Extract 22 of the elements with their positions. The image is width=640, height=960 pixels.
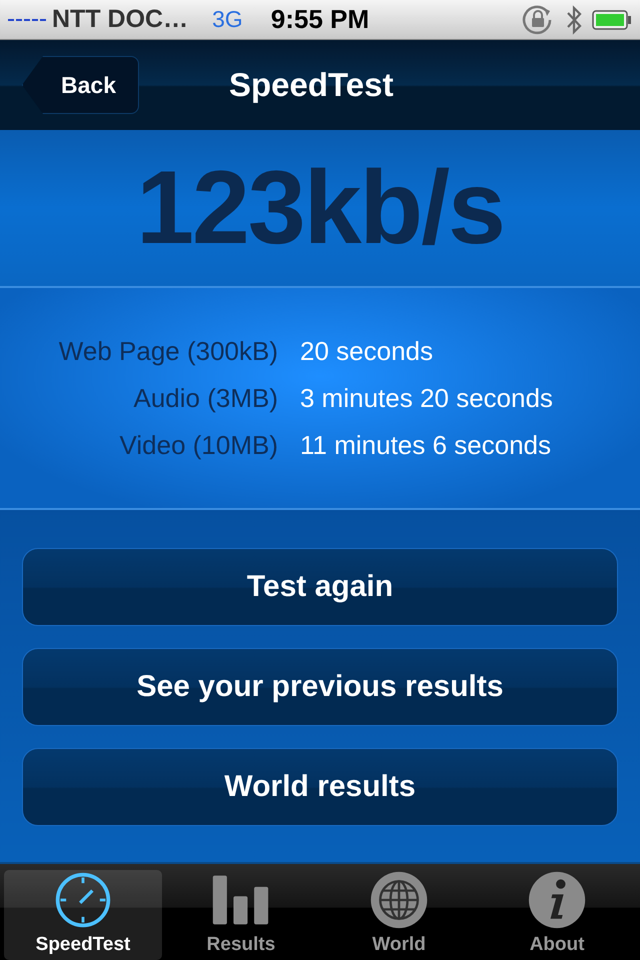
action-button[interactable]: Test again [22,548,618,626]
back-button[interactable]: Back [22,56,139,114]
download-time: 11 minutes 6 seconds [300,430,552,460]
signal-icon [8,18,48,22]
carrier-name: NTT DOC… [52,5,188,34]
action-button[interactable]: See your previous results [22,648,618,726]
file-type-label: Web Page (300kB) [58,336,278,366]
bluetooth-icon [566,4,582,34]
action-button[interactable]: World results [22,748,618,826]
clock-time: 9:55 PM [270,4,370,35]
tab[interactable]: World [320,870,478,960]
file-type-label: Video (10MB) [118,430,278,460]
speed-reading: 123kb/s [136,148,504,268]
tab[interactable]: SpeedTest [4,870,162,960]
download-time: 3 minutes 20 seconds [300,382,554,414]
tab[interactable]: About [478,870,636,960]
network-type: 3G [212,6,243,33]
download-time: 20 seconds [300,336,434,366]
battery-icon [592,10,632,30]
file-type-label: Audio (3MB) [132,382,278,414]
screen-title: SpeedTest [229,66,394,104]
tab[interactable]: Results [162,870,320,960]
